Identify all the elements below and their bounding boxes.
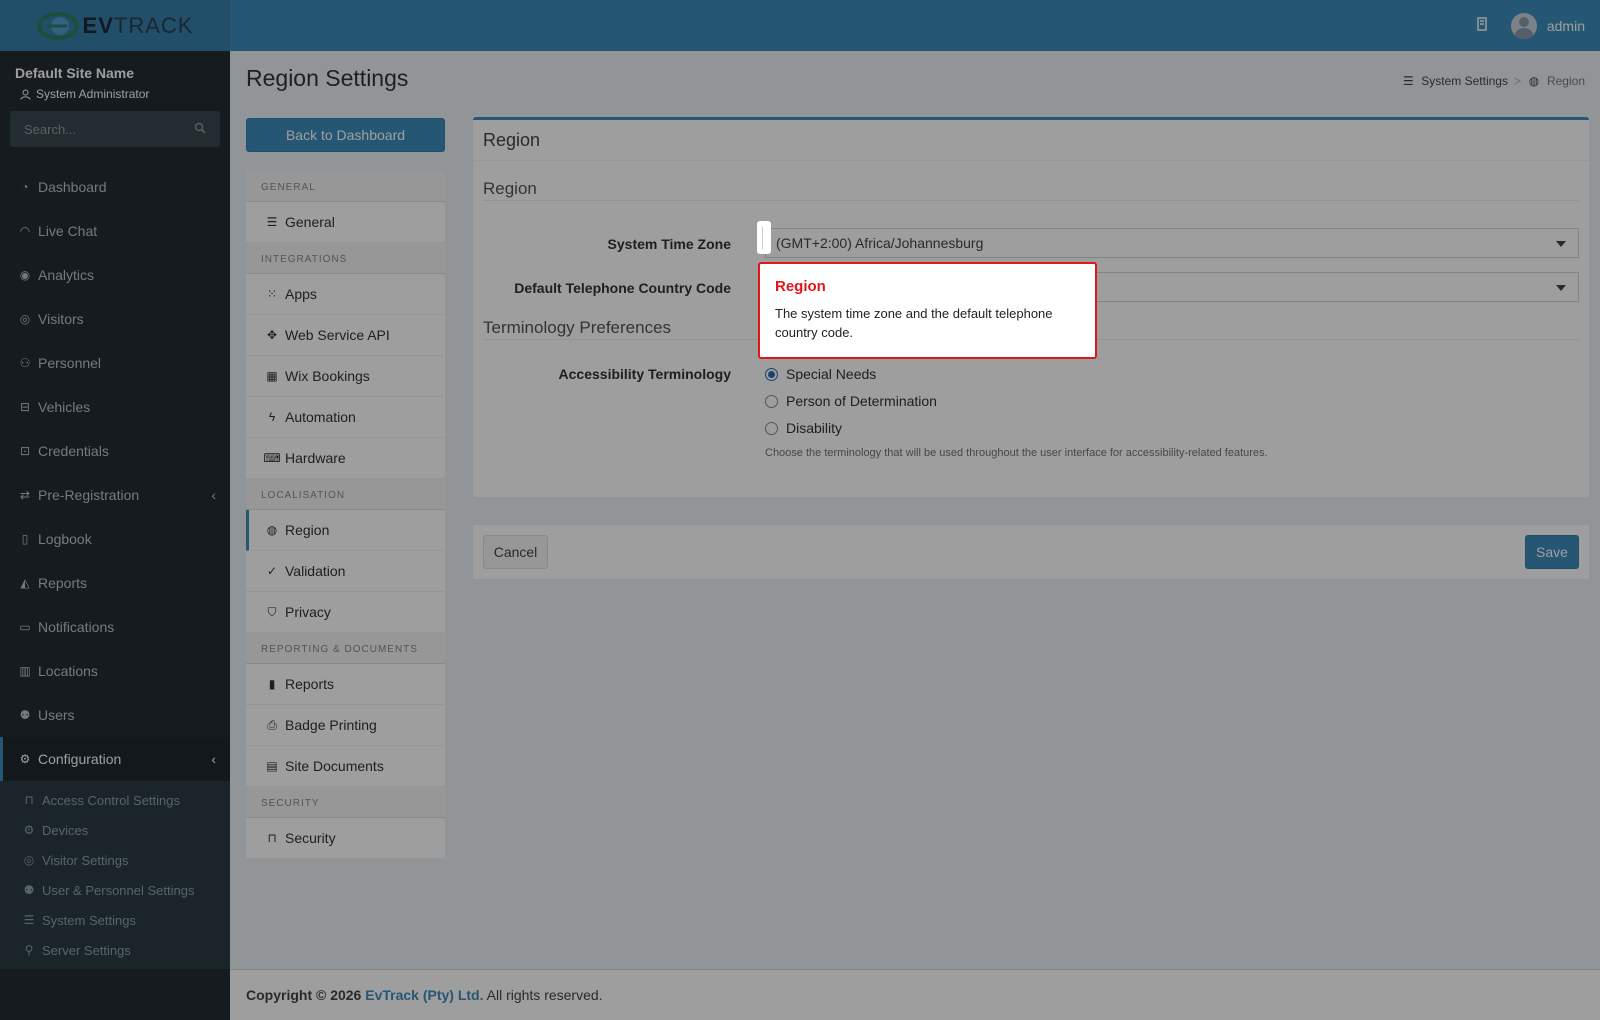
- tour-popover-title: Region: [775, 278, 826, 295]
- tour-popover: Region The system time zone and the defa…: [758, 262, 1097, 359]
- tour-highlight: [757, 221, 771, 254]
- tour-popover-text: The system time zone and the default tel…: [775, 306, 1053, 340]
- tour-overlay[interactable]: [0, 0, 1600, 1020]
